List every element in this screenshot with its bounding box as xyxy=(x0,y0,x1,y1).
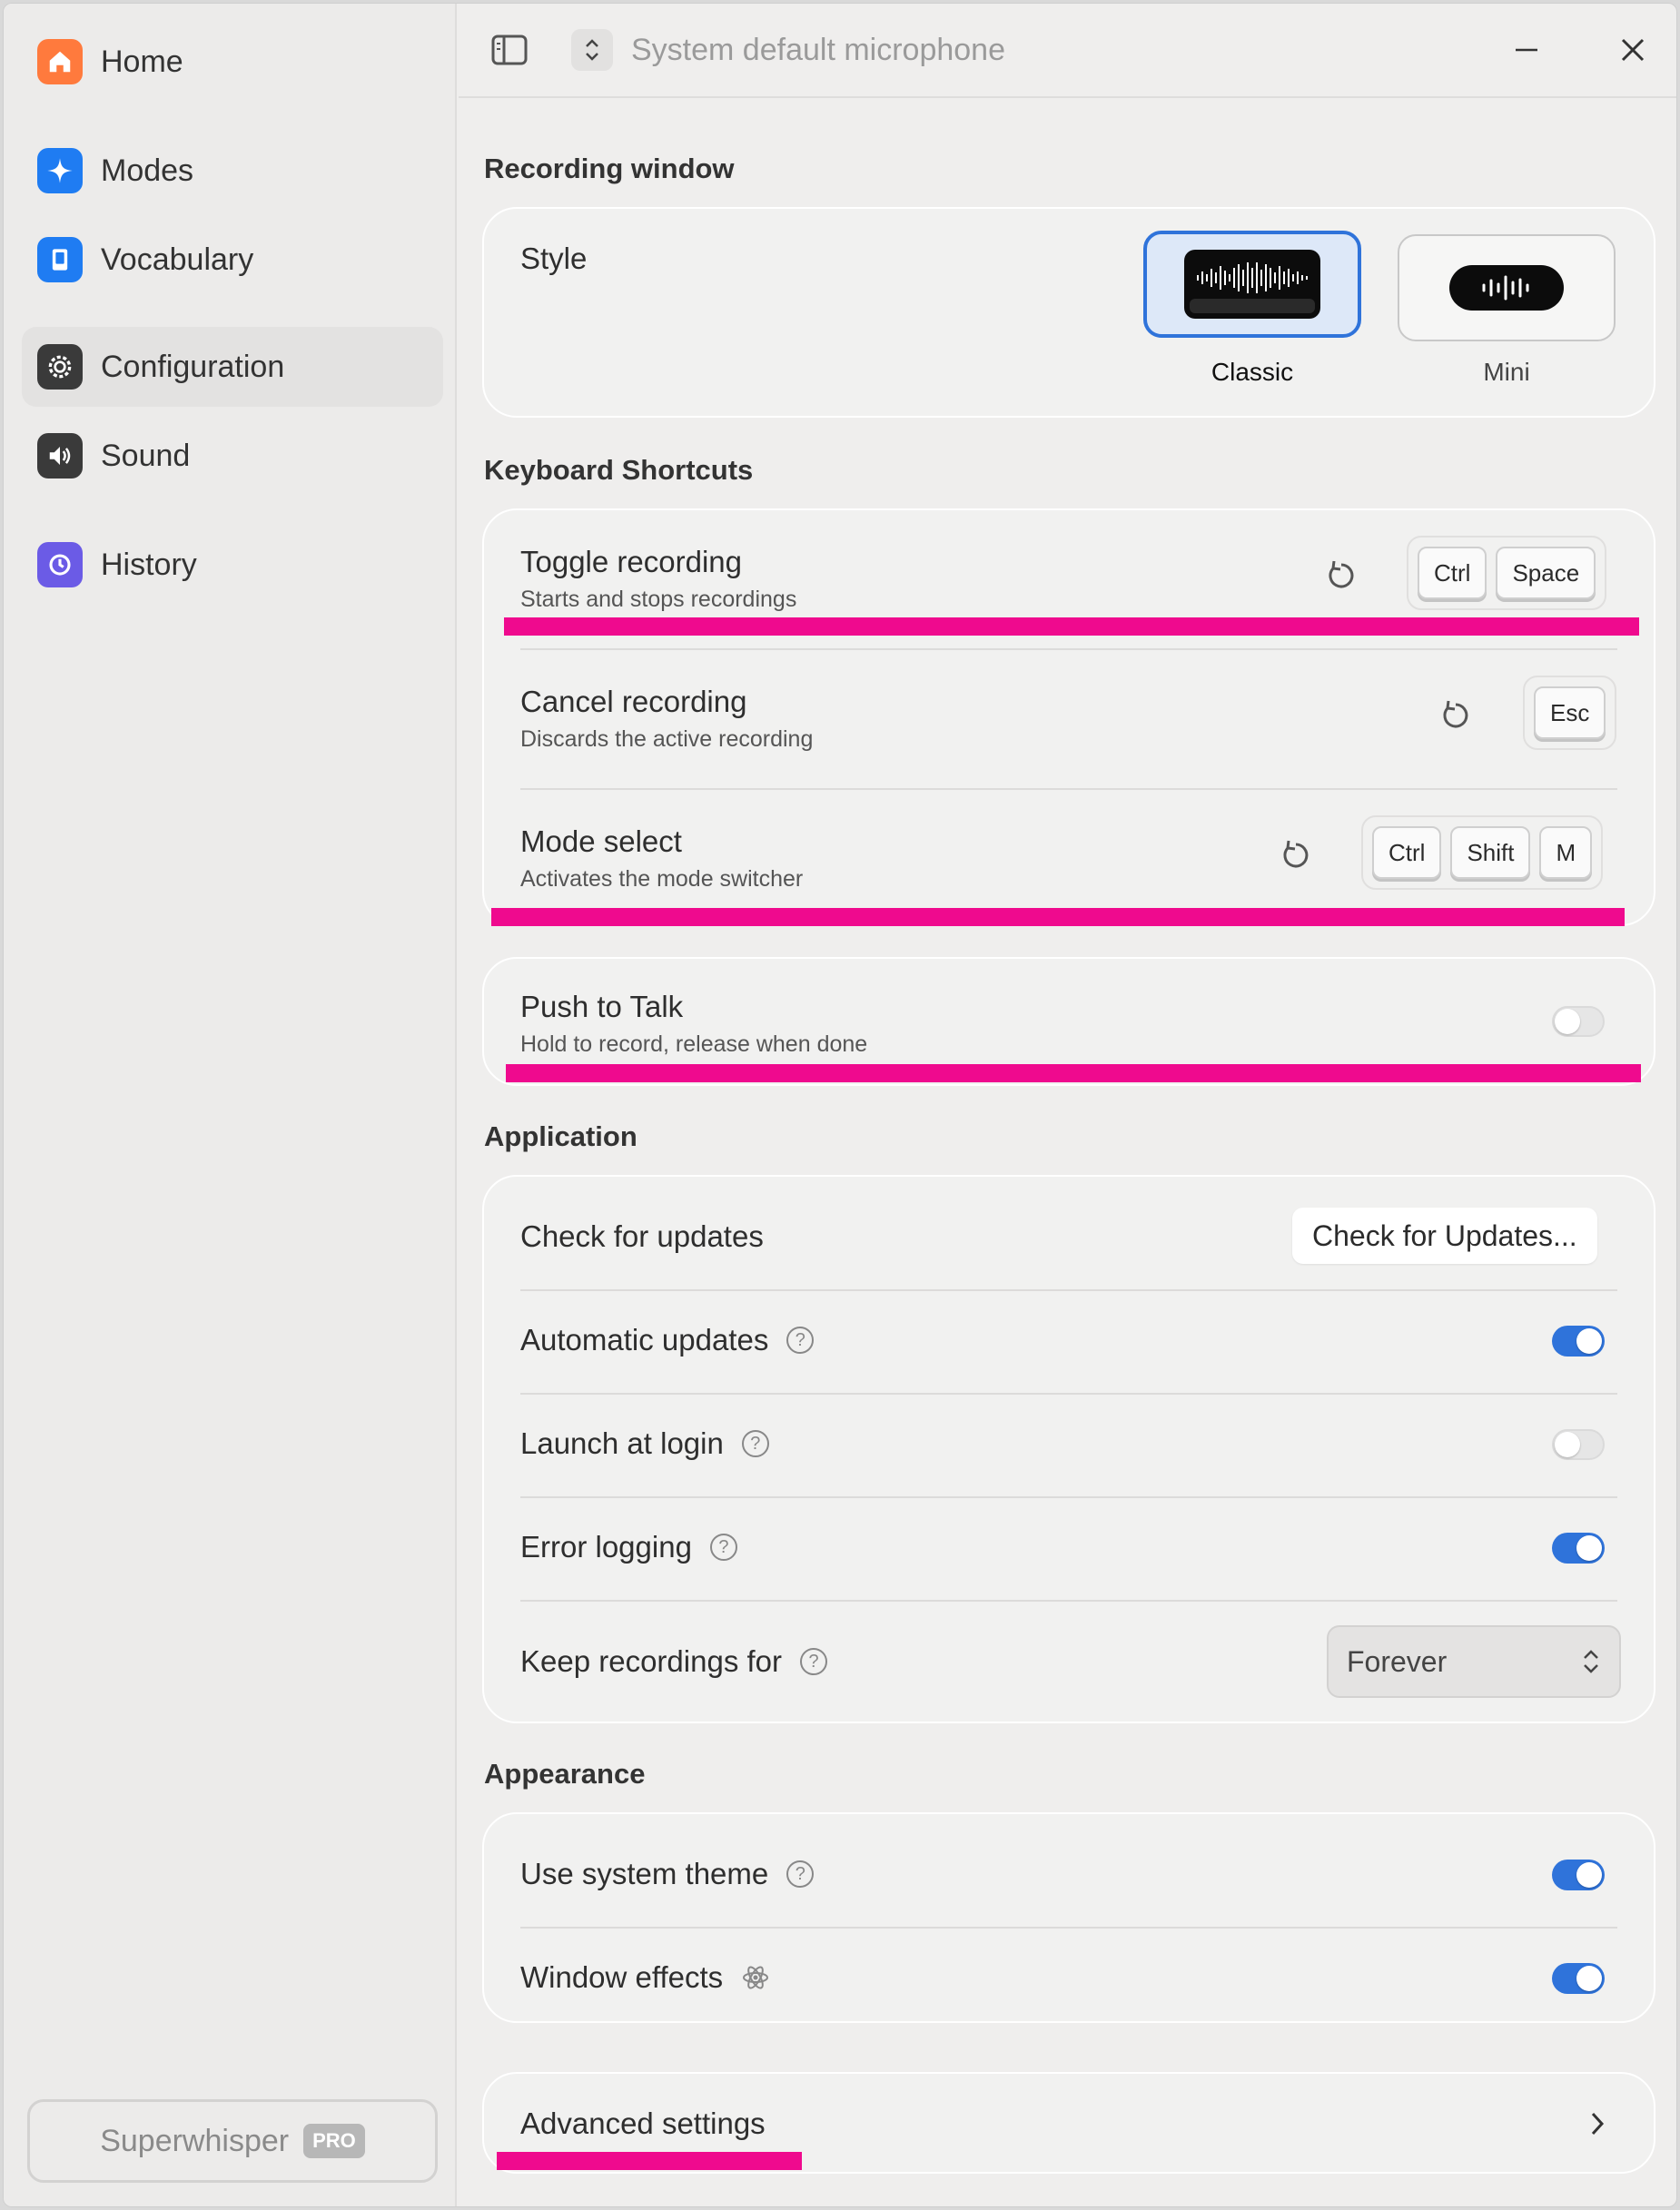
key-cap: Shift xyxy=(1450,826,1531,879)
reset-shortcut-icon[interactable] xyxy=(1278,837,1314,873)
sidebar-item-history[interactable]: History xyxy=(22,525,443,605)
sidebar-toggle-icon[interactable] xyxy=(491,35,528,65)
app-window: Home Modes Vocabulary Configuration Soun… xyxy=(3,3,1677,2207)
footer-label: Superwhisper xyxy=(100,2123,290,2158)
mini-waveform-icon xyxy=(1449,265,1564,311)
style-option-label: Classic xyxy=(1211,358,1294,386)
shortcut-keys-mode-select[interactable]: Ctrl Shift M xyxy=(1361,815,1604,890)
key-cap: M xyxy=(1539,826,1593,879)
section-title-recording-window: Recording window xyxy=(484,153,735,184)
settings-content: Recording window Style Classic Mini Keyb… xyxy=(459,100,1676,2206)
row-subtitle: Hold to record, release when done xyxy=(520,1031,868,1057)
reset-shortcut-icon[interactable] xyxy=(1323,557,1359,594)
key-cap: Space xyxy=(1496,547,1596,599)
appearance-card: Use system theme ? Window effects xyxy=(482,1812,1655,2023)
sidebar-item-sound[interactable]: Sound xyxy=(22,416,443,496)
sidebar: Home Modes Vocabulary Configuration Soun… xyxy=(4,4,457,2206)
row-title: Error logging xyxy=(520,1530,692,1564)
sidebar-item-configuration[interactable]: Configuration xyxy=(22,327,443,407)
sidebar-item-label: Sound xyxy=(101,438,191,473)
select-value: Forever xyxy=(1347,1644,1448,1678)
use-system-theme-toggle[interactable] xyxy=(1552,1860,1605,1890)
sidebar-item-label: Modes xyxy=(101,153,194,188)
annotation-highlight xyxy=(504,617,1639,636)
row-title: Use system theme xyxy=(520,1857,769,1890)
row-title: Launch at login xyxy=(520,1426,724,1460)
section-title-appearance: Appearance xyxy=(484,1758,646,1790)
window-effects-toggle[interactable] xyxy=(1552,1963,1605,1994)
check-for-updates-button[interactable]: Check for Updates... xyxy=(1292,1208,1597,1264)
annotation-highlight xyxy=(491,908,1625,926)
reset-shortcut-icon[interactable] xyxy=(1438,697,1474,734)
key-cap: Ctrl xyxy=(1418,547,1487,599)
help-icon[interactable]: ? xyxy=(786,1327,815,1354)
row-title: Keep recordings for xyxy=(520,1644,782,1678)
row-title: Push to Talk xyxy=(520,990,684,1023)
keep-recordings-select[interactable]: Forever xyxy=(1327,1625,1621,1698)
style-option-classic[interactable] xyxy=(1143,231,1361,338)
application-card: Check for updates Check for Updates... A… xyxy=(482,1175,1655,1723)
annotation-highlight xyxy=(506,1064,1641,1082)
help-icon[interactable]: ? xyxy=(709,1534,737,1561)
style-option-mini[interactable] xyxy=(1398,234,1616,341)
gear-icon xyxy=(37,344,83,390)
keyboard-shortcuts-card: Toggle recording Starts and stops record… xyxy=(482,508,1655,926)
shortcut-keys-cancel-recording[interactable]: Esc xyxy=(1523,676,1617,750)
sidebar-item-modes[interactable]: Modes xyxy=(22,131,443,211)
annotation-highlight xyxy=(497,2152,802,2170)
style-option-label: Mini xyxy=(1483,358,1530,386)
help-icon[interactable]: ? xyxy=(741,1430,769,1457)
sparkle-icon xyxy=(37,148,83,193)
row-title: Window effects xyxy=(520,1960,724,1994)
recording-window-card: Style Classic Mini xyxy=(482,207,1655,418)
row-title: Automatic updates xyxy=(520,1323,769,1357)
sidebar-item-vocabulary[interactable]: Vocabulary xyxy=(22,220,443,300)
row-title: Check for updates xyxy=(520,1219,764,1253)
pro-badge: PRO xyxy=(303,2124,365,2158)
microphone-selector-chevron-icon[interactable] xyxy=(571,29,613,71)
house-icon xyxy=(37,39,83,84)
atom-icon xyxy=(743,1966,769,1989)
launch-at-login-toggle[interactable] xyxy=(1552,1429,1605,1460)
key-cap: Esc xyxy=(1534,686,1606,739)
close-icon[interactable] xyxy=(1610,27,1655,73)
key-cap: Ctrl xyxy=(1372,826,1442,879)
titlebar: System default microphone xyxy=(459,4,1676,98)
chevron-right-icon xyxy=(1591,2112,1605,2136)
sidebar-item-label: History xyxy=(101,547,197,582)
sidebar-item-label: Vocabulary xyxy=(101,242,254,277)
chevron-up-down-icon xyxy=(1584,1650,1598,1673)
sidebar-item-label: Home xyxy=(101,44,183,79)
section-title-keyboard-shortcuts: Keyboard Shortcuts xyxy=(484,454,754,486)
minimize-icon[interactable] xyxy=(1504,27,1549,73)
speaker-icon xyxy=(37,433,83,479)
shortcut-keys-toggle-recording[interactable]: Ctrl Space xyxy=(1407,536,1607,610)
automatic-updates-toggle[interactable] xyxy=(1552,1326,1605,1357)
microphone-selector-label[interactable]: System default microphone xyxy=(631,33,1005,68)
sidebar-item-home[interactable]: Home xyxy=(22,22,443,102)
help-icon[interactable]: ? xyxy=(800,1648,827,1675)
push-to-talk-toggle[interactable] xyxy=(1552,1006,1605,1037)
help-icon[interactable]: ? xyxy=(786,1860,815,1888)
history-icon xyxy=(37,542,83,587)
book-icon xyxy=(37,237,83,282)
error-logging-toggle[interactable] xyxy=(1552,1533,1605,1564)
upgrade-button[interactable]: Superwhisper PRO xyxy=(27,2099,438,2183)
row-title: Advanced settings xyxy=(520,2106,766,2140)
classic-waveform-icon xyxy=(1184,250,1320,319)
section-title-application: Application xyxy=(484,1120,637,1152)
sidebar-item-label: Configuration xyxy=(101,349,285,384)
